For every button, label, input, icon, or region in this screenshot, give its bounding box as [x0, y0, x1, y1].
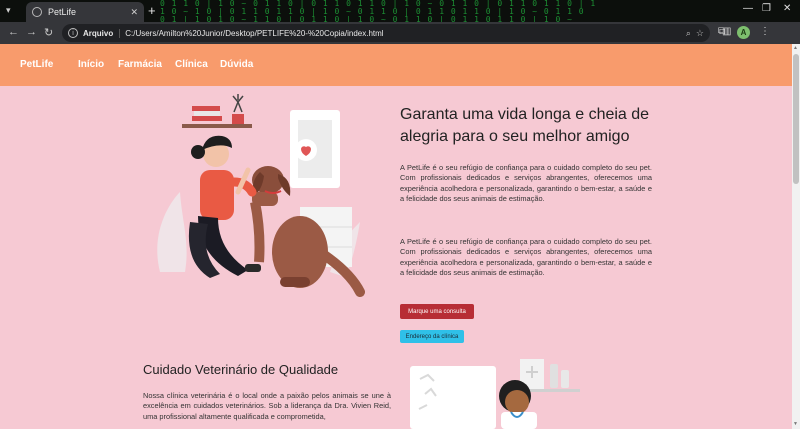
nav-link-clinica[interactable]: Clínica — [175, 59, 208, 70]
profile-avatar[interactable]: A — [737, 26, 750, 39]
scroll-up-icon[interactable]: ▲ — [793, 45, 798, 51]
section-paragraph: Nossa clínica veterinária é o local onde… — [143, 391, 391, 421]
zoom-icon[interactable]: ⌕ — [686, 28, 691, 39]
address-bar[interactable]: i Arquivo C:/Users/Amilton%20Junior/Desk… — [62, 24, 710, 42]
veterinarian-illustration — [410, 359, 580, 429]
restore-icon[interactable]: ❐ — [762, 3, 771, 14]
tab-title: PetLife — [48, 7, 77, 17]
tab-search-icon[interactable]: ▾ — [6, 5, 18, 17]
browser-tab-bar: 0 1 1 0 | 1 0 ~ 0 1 1 0 | 0 1 1 0 1 1 0 … — [0, 0, 800, 22]
section-title: Cuidado Veterinário de Qualidade — [143, 362, 339, 377]
clinic-address-button[interactable]: Endereço da clínica — [400, 330, 464, 343]
browser-tab[interactable]: PetLife ✕ — [26, 2, 144, 22]
browser-toolbar: ← → ↻ i Arquivo C:/Users/Amilton%20Junio… — [0, 22, 800, 44]
nav-link-duvida[interactable]: Dúvida — [220, 59, 253, 70]
minimize-icon[interactable]: — — [743, 3, 753, 14]
side-panel-icon[interactable]: ▥ — [722, 26, 731, 37]
globe-icon — [32, 7, 42, 17]
book-appointment-button[interactable]: Marque uma consulta — [400, 304, 474, 319]
arrow-left-icon[interactable]: ← — [8, 26, 19, 38]
woman-and-dog-illustration — [157, 94, 365, 297]
bookmark-star-icon[interactable]: ☆ — [696, 28, 704, 39]
hero-paragraph-1: A PetLife é o seu refúgio de confiança p… — [400, 163, 652, 203]
close-icon[interactable]: ✕ — [130, 7, 138, 18]
site-logo[interactable]: PetLife — [20, 59, 53, 70]
new-tab-button[interactable]: + — [148, 3, 156, 18]
nav-link-inicio[interactable]: Início — [78, 59, 104, 70]
site-navbar: PetLife Início Farmácia Clínica Dúvida — [0, 44, 792, 86]
hero-title: Garanta uma vida longa e cheia de alegri… — [400, 106, 650, 145]
reload-icon[interactable]: ↻ — [44, 26, 53, 39]
close-window-icon[interactable]: ✕ — [783, 3, 791, 14]
matrix-wallpaper: 0 1 1 0 | 1 0 ~ 0 1 1 0 | 0 1 1 0 1 1 0 … — [160, 0, 597, 22]
scrollbar-thumb[interactable] — [793, 54, 799, 184]
url-text[interactable]: C:/Users/Amilton%20Junior/Desktop/PETLIF… — [125, 29, 681, 38]
hero-paragraph-2: A PetLife é o seu refúgio de confiança p… — [400, 237, 652, 277]
arrow-right-icon[interactable]: → — [26, 26, 37, 38]
nav-link-farmacia[interactable]: Farmácia — [118, 59, 162, 70]
scroll-down-icon[interactable]: ▼ — [793, 421, 798, 427]
info-icon[interactable]: i — [68, 28, 78, 38]
url-chip: Arquivo — [83, 28, 121, 38]
page-scrollbar[interactable]: ▲ ▼ — [792, 44, 800, 429]
kebab-menu-icon[interactable]: ⋮ — [760, 26, 770, 37]
